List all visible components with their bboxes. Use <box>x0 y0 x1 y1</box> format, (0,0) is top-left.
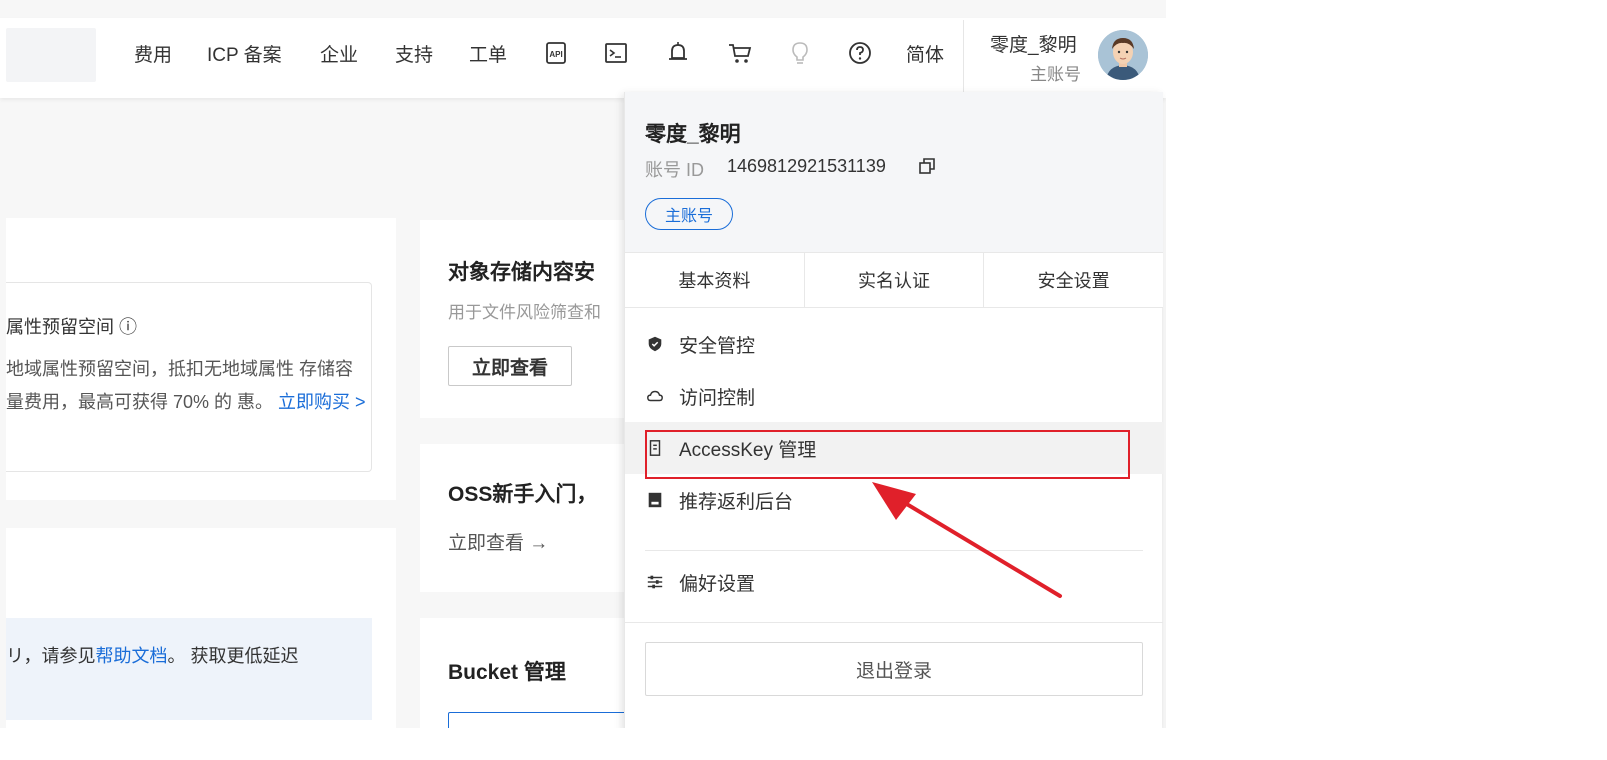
tab-security-settings[interactable]: 安全设置 <box>984 253 1163 307</box>
menu-item-security-control[interactable]: 安全管控 <box>625 318 1163 370</box>
menu-item-referral[interactable]: 推荐返利后台 <box>625 474 1163 526</box>
promo-title: 属性预留空间 ⓘ <box>6 317 138 337</box>
getting-started-card: OSS新手入门， 立即查看 → <box>420 444 640 592</box>
top-bar: 费用 ICP 备案 企业 支持 工单 API 简体 零度_黎明 主账号 <box>0 18 1166 98</box>
tab-basic-info[interactable]: 基本资料 <box>625 253 805 307</box>
notice-after: 。 获取更低延迟 <box>167 646 299 666</box>
search-box[interactable] <box>6 28 96 82</box>
divider <box>963 20 964 92</box>
bucket-button[interactable] <box>448 712 648 728</box>
card-subtitle: 用于文件风险筛查和 <box>448 303 601 322</box>
reserved-space-card: 属性预留空间 ⓘ 地域属性预留空间，抵扣无地域属性 存储容量费用，最高可获得 7… <box>6 218 396 500</box>
card-title: Bucket 管理 <box>448 661 566 684</box>
divider <box>625 622 1163 623</box>
user-name[interactable]: 零度_黎明 <box>990 30 1077 57</box>
menu-item-label: 安全管控 <box>679 335 756 357</box>
account-name: 零度_黎明 <box>645 123 741 146</box>
nav-ticket[interactable]: 工单 <box>469 40 507 67</box>
content-security-card: 对象存储内容安 用于文件风险筛查和 立即查看 <box>420 220 640 418</box>
notice-box: リ，请参见帮助文档。 获取更低延迟 <box>6 618 372 720</box>
buy-now-link[interactable]: 立即购买 > <box>278 392 366 412</box>
sliders-icon <box>645 572 665 592</box>
menu-item-label: 访问控制 <box>679 387 756 409</box>
account-id-label: 账号 ID <box>645 160 705 180</box>
info-card: リ，请参见帮助文档。 获取更低延迟 <box>6 528 396 728</box>
user-dropdown: 零度_黎明 账号 ID 1469812921531139 主账号 基本资料 实名… <box>624 92 1163 728</box>
nav-icp[interactable]: ICP 备案 <box>207 40 282 67</box>
menu-item-access-control[interactable]: 访问控制 <box>625 370 1163 422</box>
view-now-link[interactable]: 立即查看 → <box>448 528 548 555</box>
view-now-button[interactable]: 立即查看 <box>448 346 572 386</box>
help-icon[interactable] <box>846 38 874 68</box>
account-id: 1469812921531139 <box>727 156 886 176</box>
copy-icon[interactable] <box>917 156 937 176</box>
help-doc-link[interactable]: 帮助文档 <box>95 646 167 666</box>
card-title: 对象存储内容安 <box>448 261 595 284</box>
account-type-badge: 主账号 <box>645 198 733 230</box>
api-icon[interactable]: API <box>542 38 570 68</box>
cloud-icon <box>645 386 665 406</box>
menu-item-accesskey[interactable]: AccessKey 管理 <box>625 422 1163 474</box>
terminal-icon[interactable] <box>602 38 630 68</box>
account-header: 零度_黎明 账号 ID 1469812921531139 主账号 <box>625 92 1163 252</box>
card-title: OSS新手入门， <box>448 483 598 506</box>
svg-text:API: API <box>549 50 562 59</box>
language-switch[interactable]: 简体 <box>906 40 944 67</box>
menu-item-label: 偏好设置 <box>679 573 756 595</box>
promo-box: 属性预留空间 ⓘ 地域属性预留空间，抵扣无地域属性 存储容量费用，最高可获得 7… <box>6 282 372 472</box>
menu-item-label: AccessKey 管理 <box>679 439 817 461</box>
notice-before: リ，请参见 <box>6 646 96 666</box>
app-window: 费用 ICP 备案 企业 支持 工单 API 简体 零度_黎明 主账号 属性预留… <box>0 0 1166 728</box>
divider <box>645 550 1143 551</box>
logout-button[interactable]: 退出登录 <box>645 642 1143 696</box>
shield-icon <box>645 334 665 354</box>
lightbulb-icon[interactable] <box>786 38 814 68</box>
user-role: 主账号 <box>1030 65 1081 84</box>
nav-enterprise[interactable]: 企业 <box>320 40 358 67</box>
promo-text: 地域属性预留空间，抵扣无地域属性 存储容量费用，最高可获得 70% 的 惠。 立… <box>6 353 366 419</box>
tab-real-name[interactable]: 实名认证 <box>805 253 985 307</box>
dashboard-icon <box>645 490 665 510</box>
bucket-card: Bucket 管理 <box>420 618 648 728</box>
avatar[interactable] <box>1098 30 1148 80</box>
notice-text: リ，请参见帮助文档。 获取更低延迟 <box>6 642 298 668</box>
bell-icon[interactable] <box>664 38 692 68</box>
account-tabs: 基本资料 实名认证 安全设置 <box>625 252 1163 308</box>
menu-item-preferences[interactable]: 偏好设置 <box>625 556 1163 608</box>
key-icon <box>645 438 665 458</box>
nav-support[interactable]: 支持 <box>395 40 433 67</box>
nav-billing[interactable]: 费用 <box>134 40 172 67</box>
cart-icon[interactable] <box>726 38 754 68</box>
menu-item-label: 推荐返利后台 <box>679 491 794 513</box>
